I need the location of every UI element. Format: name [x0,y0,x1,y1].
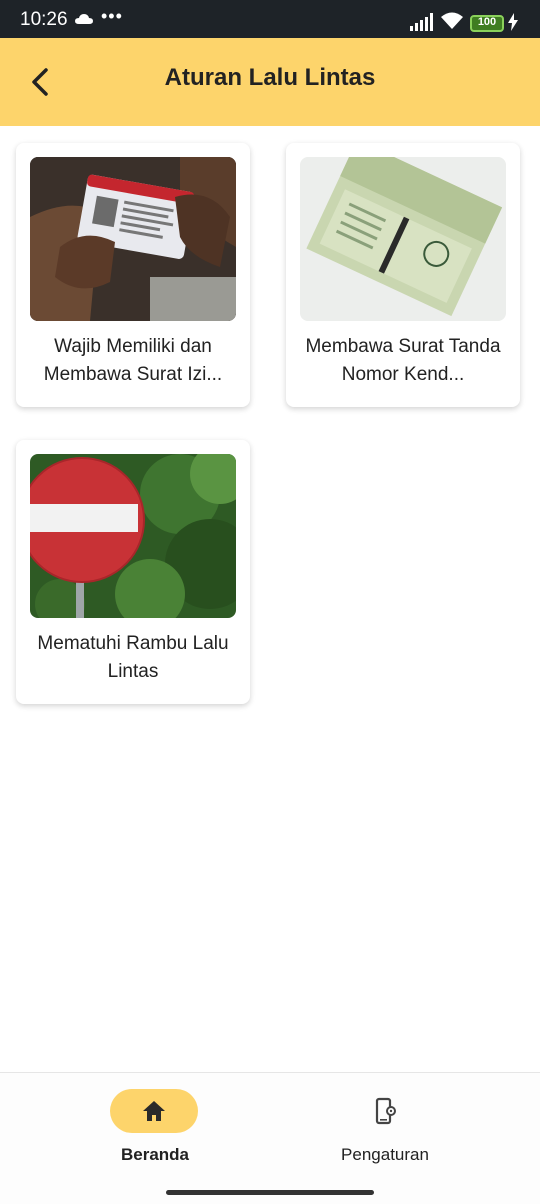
card-vehicle-registration[interactable]: Membawa Surat Tanda Nomor Kend... [286,143,520,407]
nav-label: Beranda [120,1145,190,1164]
nav-item-beranda[interactable]: Beranda [65,1087,245,1177]
bottom-navigation: Beranda Pengaturan [0,1072,540,1204]
card-title: Membawa Surat Tanda Nomor Kend... [305,336,501,385]
signal-icon [410,13,433,31]
home-icon [143,1101,165,1121]
app-bar: Aturan Lalu Lintas [0,38,540,126]
phone-settings-icon [375,1097,396,1125]
card-title: Wajib Memiliki dan Membawa Surat Izi... [43,336,223,385]
status-bar: 10:26 ••• 100 [0,0,540,38]
charging-bolt-icon [508,13,518,31]
wifi-icon [441,12,463,29]
card-title: Mematuhi Rambu Lalu Lintas [37,633,229,682]
page-title: Aturan Lalu Lintas [164,64,376,91]
card-driving-license[interactable]: Wajib Memiliki dan Membawa Surat Izi... [16,143,250,407]
cloud-icon [75,14,93,24]
nav-item-pengaturan[interactable]: Pengaturan [295,1087,475,1177]
more-notifications-icon: ••• [101,6,123,26]
status-time: 10:26 [20,9,68,30]
home-indicator [166,1190,374,1195]
no-entry-sign-photo [30,454,236,618]
card-traffic-signs[interactable]: Mematuhi Rambu Lalu Lintas [16,440,250,704]
stnk-document-photo [300,157,506,321]
battery-icon: 100 [470,15,504,32]
battery-level: 100 [477,16,497,28]
driving-license-photo [30,157,236,321]
nav-label: Pengaturan [341,1145,429,1164]
